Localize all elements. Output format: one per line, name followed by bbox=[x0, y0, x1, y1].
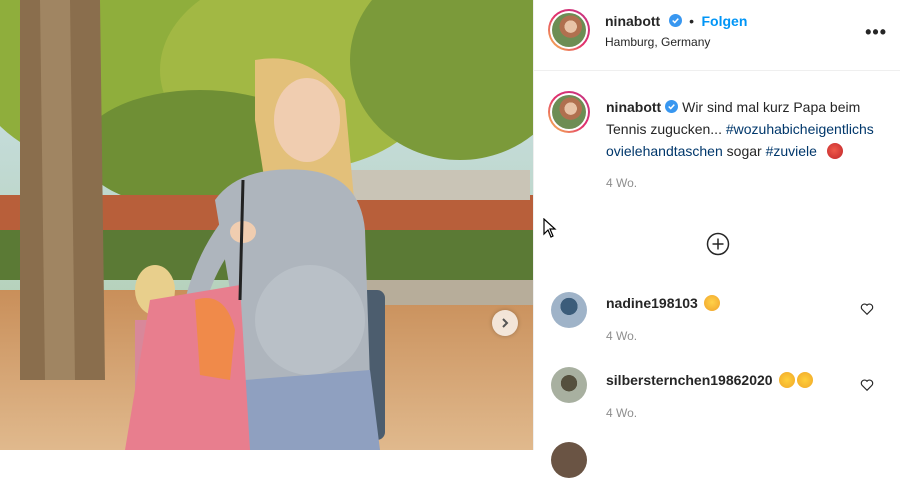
mouse-cursor-icon bbox=[543, 218, 557, 238]
photo-illustration bbox=[0, 0, 533, 450]
comment-timestamp[interactable]: 4 Wo. bbox=[606, 406, 637, 420]
commenter-avatar[interactable] bbox=[551, 442, 587, 478]
carousel-next-button[interactable] bbox=[492, 310, 518, 336]
post-side-panel: ninabott • Folgen Hamburg, Germany ••• n… bbox=[533, 0, 900, 478]
plus-circle-icon[interactable] bbox=[706, 232, 730, 256]
verified-badge-icon bbox=[665, 100, 679, 113]
hashtag-link[interactable]: #zuviele bbox=[766, 143, 817, 159]
caption-text-2: sogar bbox=[726, 143, 762, 159]
post-caption: ninabott Wir sind mal kurz Papa beim Ten… bbox=[606, 96, 881, 194]
commenter-username[interactable]: silbersternchen19862020 bbox=[606, 372, 813, 388]
more-options-button[interactable]: ••• bbox=[865, 22, 887, 43]
chevron-right-icon bbox=[502, 318, 509, 328]
clapping-hands-emoji bbox=[778, 372, 795, 388]
commenter-avatar[interactable] bbox=[551, 367, 587, 403]
heart-icon[interactable] bbox=[860, 302, 874, 316]
comment-timestamp[interactable]: 4 Wo. bbox=[606, 329, 637, 343]
face-savoring-food-emoji bbox=[703, 295, 720, 311]
header-separator: • bbox=[689, 13, 695, 29]
heart-icon[interactable] bbox=[860, 378, 874, 392]
commenter-username[interactable]: nadine198103 bbox=[606, 295, 720, 311]
post-photo[interactable] bbox=[0, 0, 533, 450]
caption-author-avatar[interactable] bbox=[548, 91, 590, 133]
post-location[interactable]: Hamburg, Germany bbox=[605, 35, 710, 49]
tomato-red-emoji bbox=[826, 143, 843, 159]
author-avatar[interactable] bbox=[548, 9, 590, 51]
post-header: ninabott • Folgen Hamburg, Germany ••• bbox=[534, 0, 900, 71]
clapping-hands-emoji bbox=[796, 372, 813, 388]
caption-timestamp[interactable]: 4 Wo. bbox=[606, 172, 881, 194]
commenter-avatar[interactable] bbox=[551, 292, 587, 328]
follow-button[interactable]: Folgen bbox=[701, 13, 747, 29]
author-username[interactable]: ninabott bbox=[605, 13, 660, 29]
verified-badge-icon bbox=[668, 14, 682, 27]
caption-username[interactable]: ninabott bbox=[606, 99, 661, 115]
